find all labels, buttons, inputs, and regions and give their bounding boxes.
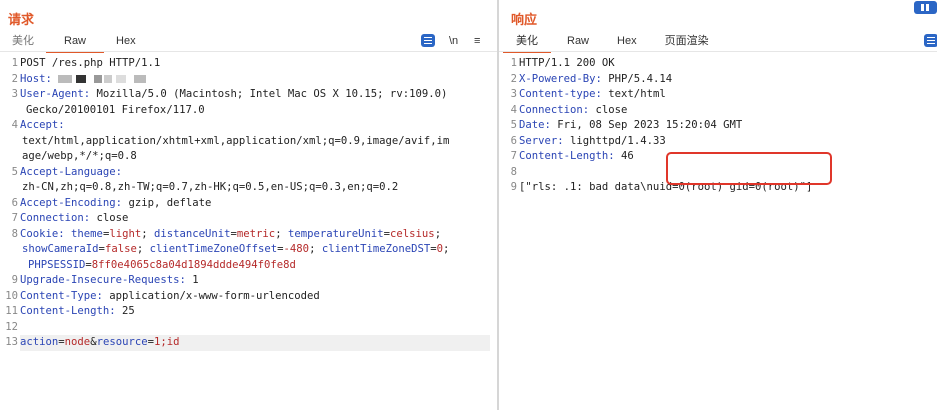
- request-tab-pretty[interactable]: 美化: [0, 33, 46, 51]
- code-line: 5 Accept-Language:: [11, 165, 123, 178]
- request-tabs: 美化 Raw Hex: [0, 33, 148, 53]
- code-line-continuation: text/html,application/xhtml+xml,applicat…: [22, 134, 450, 147]
- code-line: 6 Accept-Encoding: gzip, deflate: [11, 196, 212, 209]
- code-line: 1 HTTP/1.1 200 OK: [510, 57, 615, 69]
- layout-toggle-icon[interactable]: [914, 1, 937, 14]
- code-line: 1 POST /res.php HTTP/1.1: [11, 57, 161, 69]
- code-line: 5 Date: Fri, 08 Sep 2023 15:20:04 GMT: [510, 119, 743, 131]
- code-line: 4 Connection: close: [510, 103, 628, 116]
- code-line: 7 Connection: close: [11, 212, 129, 224]
- code-line-current: 13 action=node&resource=1;id: [0, 335, 497, 351]
- code-line: 11 Content-Length: 25: [5, 305, 135, 317]
- response-tab-hex[interactable]: Hex: [605, 33, 649, 51]
- code-line-continuation: age/webp,*/*;q=0.8: [22, 150, 137, 162]
- request-menu-icon[interactable]: ≡: [474, 34, 480, 48]
- request-tab-raw[interactable]: Raw: [46, 33, 105, 53]
- request-newline-toggle[interactable]: \n: [449, 34, 458, 48]
- request-tab-hex[interactable]: Hex: [104, 33, 148, 51]
- code-line: 8 Cookie: theme=light; distanceUnit=metri…: [11, 227, 442, 240]
- response-title: 响应: [511, 12, 538, 27]
- response-tabs: 美化 Raw Hex 页面渲染: [503, 33, 725, 53]
- response-pane: 响应 美化 Raw Hex 页面渲染 1 HTTP/1.1 200 OK 2 X-P…: [499, 0, 937, 410]
- response-format-button[interactable]: [924, 34, 937, 47]
- request-tab-divider: [0, 51, 497, 52]
- request-editor[interactable]: 1 POST /res.php HTTP/1.1 2 Host: 3 User-Age…: [0, 56, 497, 351]
- code-line-continuation: zh-CN,zh;q=0.8,zh-TW;q=0.7,zh-HK;q=0.5,e…: [22, 181, 399, 193]
- request-format-button[interactable]: [421, 34, 435, 47]
- code-line-continuation: PHPSESSID=8ff0e4065c8a04d1894ddde494f0fe…: [28, 258, 296, 271]
- code-line-continuation: Gecko/20100101 Firefox/117.0: [26, 103, 205, 116]
- code-line: 9 Upgrade-Insecure-Requests: 1: [11, 274, 199, 286]
- code-line: 2 Host:: [0, 72, 497, 88]
- code-line: 6 Server: lighttpd/1.4.33: [510, 134, 666, 147]
- response-tab-raw[interactable]: Raw: [551, 33, 605, 51]
- code-line: 4 Accept:: [11, 119, 65, 131]
- code-line-continuation: showCameraId=false; clientTimeZoneOffset…: [22, 243, 450, 255]
- redacted-host: [116, 74, 147, 83]
- code-line: 10 Content-Type: application/x-www-form-u…: [5, 289, 320, 302]
- response-tab-pretty[interactable]: 美化: [503, 33, 551, 53]
- format-icon: [924, 34, 937, 47]
- code-line: 3 Content-type: text/html: [510, 88, 666, 100]
- highlight-annotation: [666, 152, 832, 185]
- code-line: 12: [5, 320, 18, 333]
- request-pane: 请求 美化 Raw Hex \n ≡ 1 POST /res.php HTTP/1…: [0, 0, 497, 410]
- redacted-host: [58, 74, 113, 83]
- code-line: 2 X-Powered-By: PHP/5.4.14: [510, 72, 673, 85]
- code-line: 3 User-Agent: Mozilla/5.0 (Macintosh; Int…: [11, 88, 448, 100]
- format-icon: [421, 34, 435, 47]
- request-title: 请求: [8, 12, 35, 27]
- response-tab-render[interactable]: 页面渲染: [649, 33, 725, 51]
- response-tab-divider: [499, 51, 937, 52]
